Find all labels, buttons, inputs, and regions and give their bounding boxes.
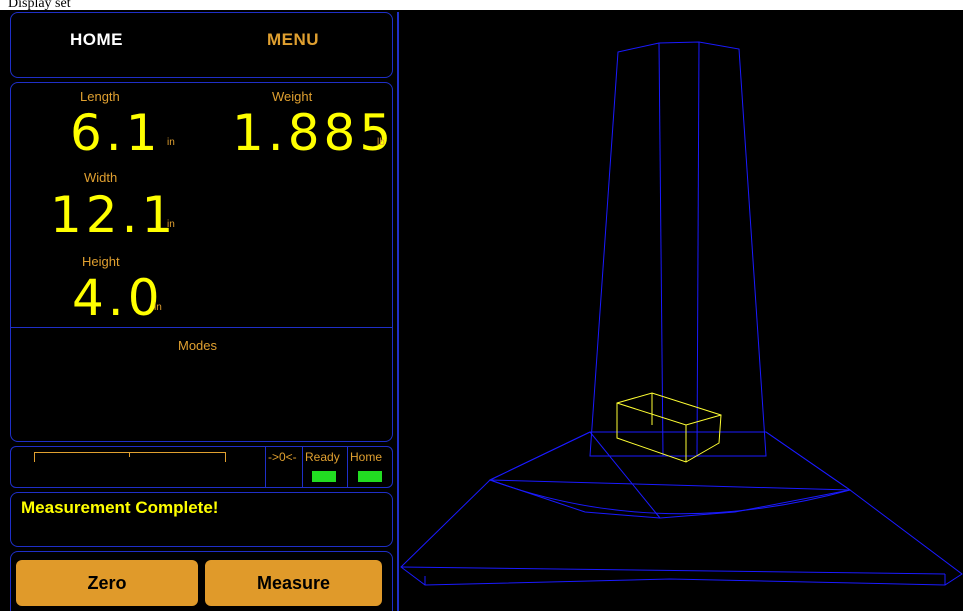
status-divider-2 [302,447,303,487]
base-plate [400,479,963,586]
tower-edge-right [696,41,700,457]
length-label: Length [80,89,120,104]
measured-box-edge [616,402,722,426]
zero-indicator-label: ->0<- [268,450,297,464]
wireframe-3d-view [400,41,963,586]
tower-edge-left [658,42,664,457]
home-indicator-light [358,471,382,482]
menu-button[interactable]: MENU [267,30,319,50]
base-plate-inner [400,566,946,575]
weight-unit: lb [377,137,385,148]
base-strut-3 [589,431,661,519]
height-unit: in [154,302,162,313]
measured-box-outline [616,392,722,463]
home-button[interactable]: HOME [70,30,123,50]
ready-indicator-light [312,471,336,482]
height-value: 4.0 [72,269,164,327]
width-unit: in [167,219,175,230]
weight-value: 1.885 [232,104,396,162]
height-label: Height [82,254,120,269]
length-unit: in [167,137,175,148]
scale-gauge [34,452,226,462]
base-strut-1 [489,431,591,481]
base-top [488,431,852,519]
base-strut-2 [765,431,851,491]
zero-button[interactable]: Zero [16,560,198,606]
modes-label: Modes [178,338,218,353]
length-value: 6.1 [70,104,162,162]
scale-gauge-tick [129,452,130,457]
width-value: 12.1 [50,186,178,244]
nav-panel [10,12,393,78]
tower-outline [589,41,767,457]
dimensioner-screen: HOME MENU Length 6.1 in Weight 1.885 lb … [0,10,963,611]
status-divider-3 [347,447,348,487]
ready-indicator-label: Ready [305,450,340,464]
weight-label: Weight [272,89,313,104]
status-message: Measurement Complete! [21,498,219,517]
measure-button[interactable]: Measure [205,560,382,606]
width-label: Width [84,170,118,185]
modes-divider [11,327,392,328]
status-divider-1 [265,447,266,487]
home-indicator-label: Home [350,450,383,464]
